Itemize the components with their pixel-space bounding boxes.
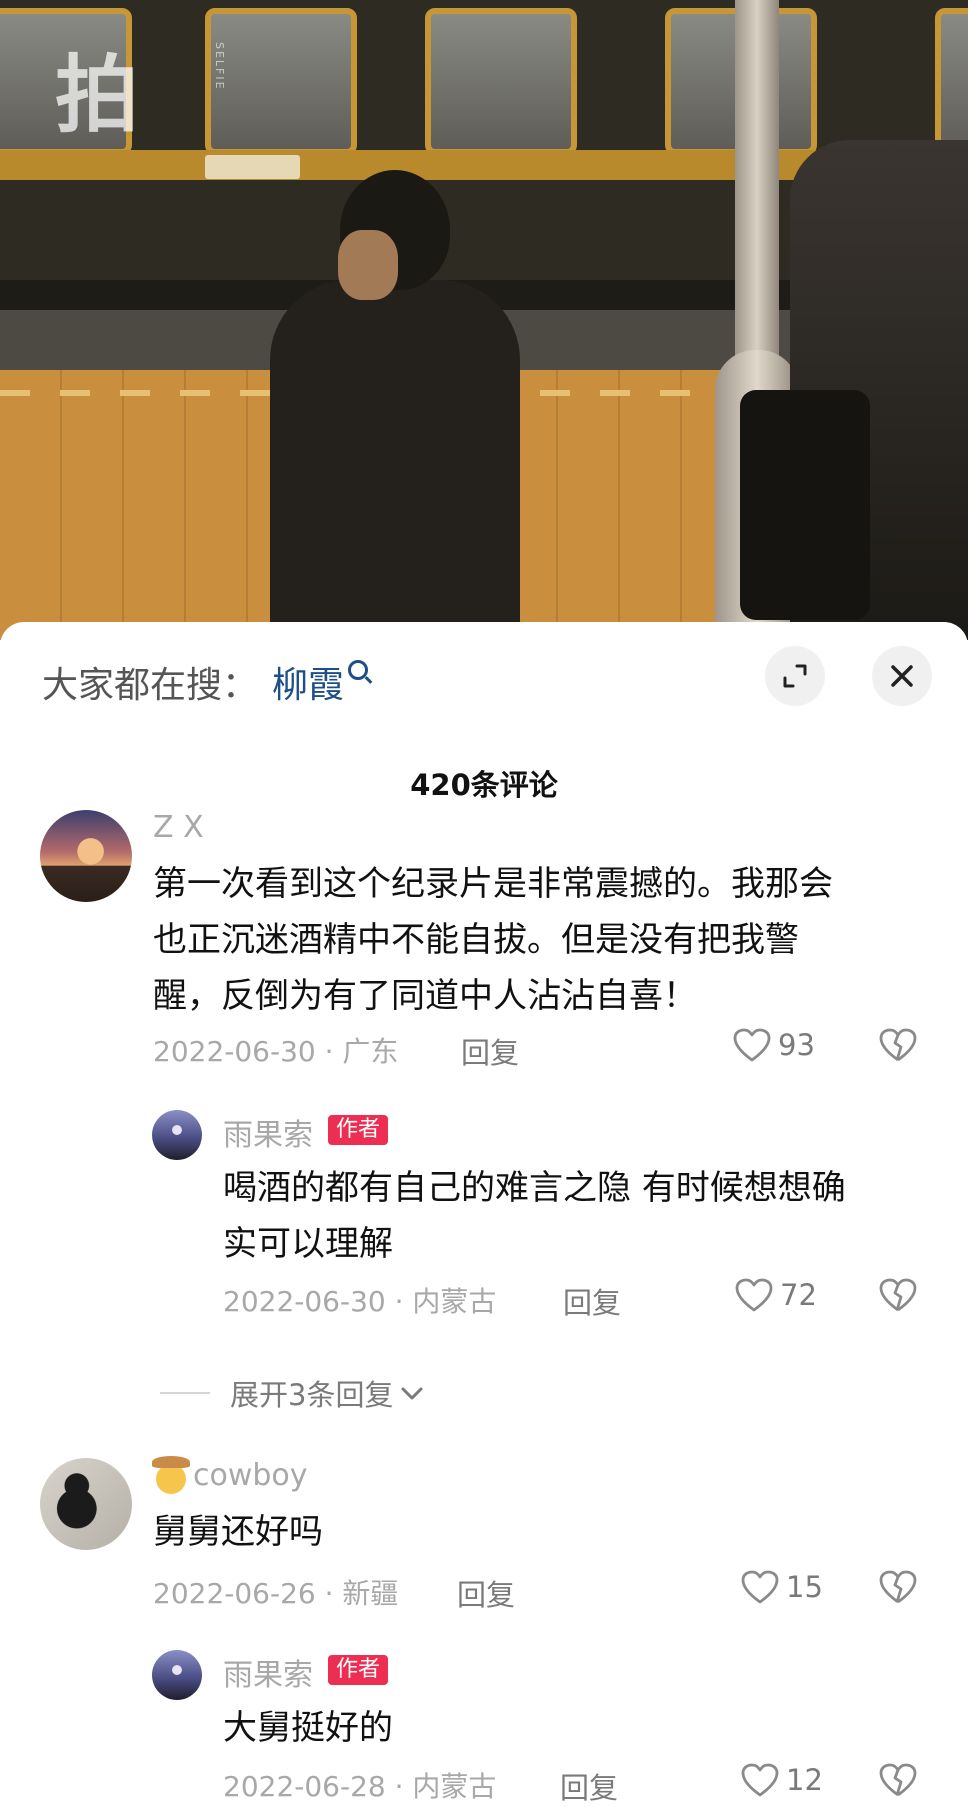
- avatar[interactable]: [40, 1458, 132, 1550]
- comment-count: 420条评论: [410, 768, 558, 802]
- author-badge: 作者: [328, 1115, 389, 1145]
- comment-panel: 大家都在搜： 柳霞 420条评论 Z X 第一次看到这个纪录片是非常震撼的。我那…: [0, 622, 968, 1805]
- comment-text-line: 舅舅还好吗: [153, 1512, 323, 1552]
- shopping-bag: [740, 390, 870, 620]
- reply-meta: 2022-06-28 · 内蒙古: [223, 1770, 497, 1803]
- broken-heart-icon[interactable]: [878, 1762, 918, 1798]
- reply-text: 大舅挺好的: [223, 1700, 393, 1756]
- comment-username[interactable]: cowboy: [193, 1458, 308, 1493]
- comment-text-line: 醒，反倒为有了同道中人沾沾自喜！: [153, 976, 697, 1016]
- trending-search[interactable]: 大家都在搜： 柳霞: [42, 652, 369, 712]
- person-face: [338, 230, 398, 300]
- expand-button[interactable]: [765, 646, 825, 706]
- brand-watermark: 拍: [55, 46, 140, 144]
- comment-text: 第一次看到这个纪录片是非常震撼的。我那会 也正沉迷酒精中不能自拔。但是没有把我警…: [153, 856, 833, 1024]
- heart-icon: [735, 1278, 773, 1312]
- comment-meta: 2022-06-30 · 广东: [153, 1035, 399, 1068]
- divider: [160, 1392, 210, 1394]
- close-icon: [891, 665, 913, 687]
- expand-icon: [783, 664, 807, 688]
- train-window: [425, 8, 577, 155]
- trending-search-prefix: 大家都在搜：: [42, 665, 259, 706]
- expand-replies-label: 展开3条回复: [230, 1378, 394, 1412]
- avatar[interactable]: [40, 810, 132, 902]
- comment-text-line: 第一次看到这个纪录片是非常震撼的。我那会: [153, 864, 833, 904]
- reply-button[interactable]: 回复: [563, 1280, 621, 1322]
- expand-replies-button[interactable]: 展开3条回复: [160, 1372, 425, 1414]
- like-button[interactable]: 72: [734, 1277, 817, 1313]
- comment-meta: 2022-06-26 · 新疆: [153, 1577, 399, 1610]
- author-avatar[interactable]: [152, 1110, 202, 1160]
- reply-button[interactable]: 回复: [457, 1572, 515, 1614]
- train-window: [935, 8, 968, 155]
- reply-text-line: 实可以理解: [223, 1224, 393, 1264]
- chevron-down-icon: [401, 1387, 423, 1400]
- reply-text: 喝酒的都有自己的难言之隐 有时候想想确 实可以理解: [223, 1160, 846, 1272]
- broken-heart-icon[interactable]: [878, 1569, 918, 1605]
- heart-icon: [733, 1028, 771, 1062]
- broken-heart-icon[interactable]: [878, 1027, 918, 1063]
- close-button[interactable]: [872, 646, 932, 706]
- heart-icon: [741, 1570, 779, 1604]
- train-window: [205, 8, 357, 155]
- reply-username[interactable]: 雨果索: [223, 1110, 313, 1154]
- author-badge: 作者: [328, 1655, 389, 1685]
- reply-meta: 2022-06-30 · 内蒙古: [223, 1285, 497, 1318]
- reply-text-line: 大舅挺好的: [223, 1708, 393, 1748]
- author-avatar[interactable]: [152, 1650, 202, 1700]
- trending-search-term[interactable]: 柳霞: [272, 656, 344, 708]
- like-count: 72: [780, 1278, 817, 1312]
- comment-username[interactable]: Z X: [153, 810, 204, 845]
- like-count: 93: [778, 1028, 815, 1062]
- comment-text-line: 也正沉迷酒精中不能自拔。但是没有把我警: [153, 920, 799, 960]
- comment-text: 舅舅还好吗: [153, 1504, 323, 1560]
- like-count: 12: [786, 1763, 823, 1797]
- main-person: [270, 170, 520, 640]
- reply-button[interactable]: 回复: [560, 1765, 618, 1807]
- like-button[interactable]: 15: [740, 1569, 823, 1605]
- reply-button[interactable]: 回复: [461, 1030, 519, 1072]
- search-icon: [348, 660, 369, 680]
- video-player[interactable]: 拍 SELFIE: [0, 0, 968, 640]
- cowboy-emoji-icon: [152, 1456, 190, 1494]
- reply-text-line: 喝酒的都有自己的难言之隐 有时候想想确: [223, 1168, 846, 1208]
- like-count: 15: [786, 1570, 823, 1604]
- like-button[interactable]: 93: [732, 1027, 815, 1063]
- person-coat: [270, 280, 520, 640]
- broken-heart-icon[interactable]: [878, 1277, 918, 1313]
- heart-icon: [741, 1763, 779, 1797]
- reply-username[interactable]: 雨果索: [223, 1650, 313, 1694]
- like-button[interactable]: 12: [740, 1762, 823, 1798]
- brand-watermark-sub: SELFIE: [213, 42, 226, 91]
